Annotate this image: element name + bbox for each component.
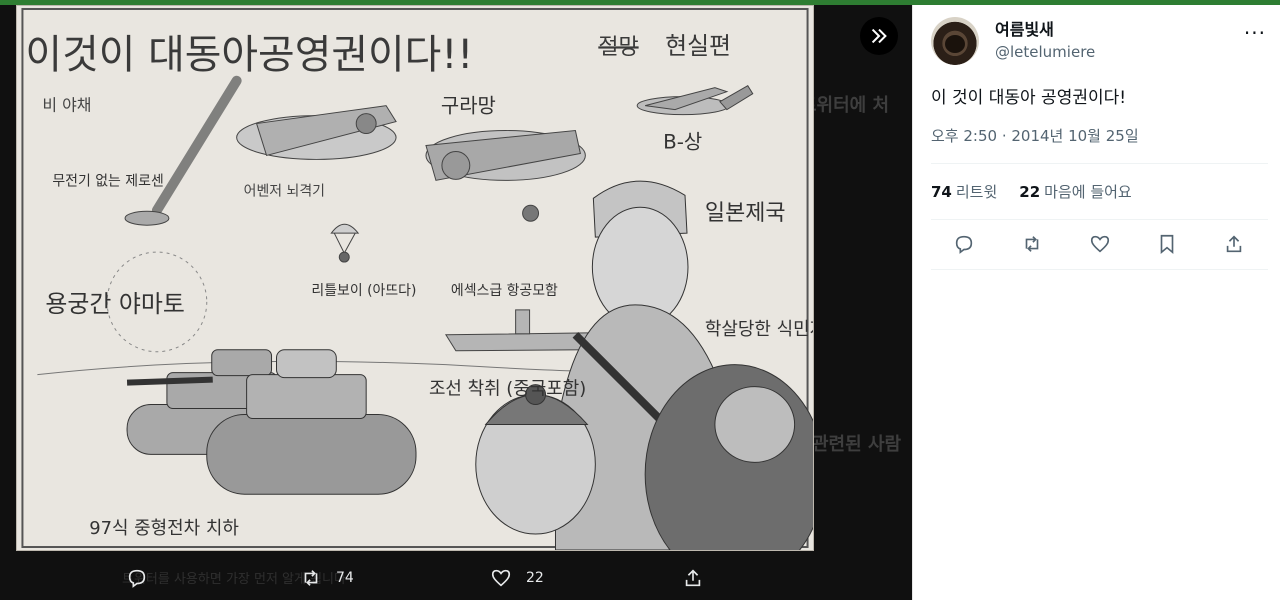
tweet-panel: 여름빛새 @letelumiere ··· 이 것이 대동아 공영권이다! 오후… <box>912 5 1280 600</box>
divider <box>931 219 1268 220</box>
drawing-label-parachute: 리틀보이 (아뜨다) <box>311 283 416 299</box>
drawing-label-empire: 일본제국 <box>705 201 786 226</box>
display-name[interactable]: 여름빛새 <box>995 19 1095 41</box>
tweet-timestamp[interactable]: 오후 2:50 · 2014년 10월 25일 <box>931 125 1139 146</box>
drawing-label-colony: 학살당한 식민지인 <box>705 319 813 340</box>
media-retweet-button[interactable]: 74 <box>300 567 354 589</box>
retweets-label: 리트윗 <box>955 183 998 201</box>
media-action-bar: 74 22 <box>120 563 720 593</box>
double-chevron-right-icon <box>871 28 887 44</box>
like-button[interactable] <box>1089 233 1115 259</box>
drawing-label-tank: 97식 중형전차 치하 <box>89 518 239 539</box>
drawing-label-gurumang: 구라망 <box>441 95 496 118</box>
drawing-label-b29: B-상 <box>663 130 702 153</box>
likes-count: 22 <box>1019 183 1041 201</box>
drawing-label-carrier: 에섹스급 항공모함 <box>451 283 558 299</box>
drawing-label-avenger: 어벤저 뇌격기 <box>244 183 325 199</box>
more-options-button[interactable]: ··· <box>1244 21 1266 45</box>
reply-icon <box>128 569 146 588</box>
tweet-stats: 74 리트윗 22 마음에 들어요 <box>931 181 1132 202</box>
bookmark-button[interactable] <box>1156 233 1182 259</box>
drawing-label-byacha: 비 야채 <box>42 96 91 115</box>
share-button[interactable] <box>1223 233 1249 259</box>
media-viewer: 트위터에 처 관련된 사람 트위터를 사용하면 가장 먼저 알게 됩니다 이것이… <box>0 5 912 600</box>
share-icon <box>685 569 701 587</box>
drawing-label-yamato: 용궁간 야마토 <box>45 290 185 318</box>
backdrop-heading-2: 관련된 사람 <box>812 434 902 455</box>
drawing-subtitle-struck: 절망 <box>598 35 638 60</box>
media-next-button[interactable] <box>860 17 898 55</box>
retweet-icon <box>304 570 318 586</box>
user-handle[interactable]: @letelumiere <box>995 41 1095 63</box>
likes-stat[interactable]: 22 마음에 들어요 <box>1019 181 1131 202</box>
drawing-label-zero: 무전기 없는 제로센 <box>52 173 163 189</box>
reply-button[interactable] <box>953 233 979 259</box>
avatar[interactable] <box>931 17 979 65</box>
tweet-author[interactable]: 여름빛새 @letelumiere <box>931 17 1095 65</box>
retweet-button[interactable] <box>1021 233 1047 259</box>
media-like-count: 22 <box>526 570 544 586</box>
drawing-title: 이것이 대동아공영권이다!! <box>25 32 473 78</box>
retweets-count: 74 <box>931 183 952 201</box>
tweet-text: 이 것이 대동아 공영권이다! <box>931 88 1127 108</box>
heart-icon <box>491 569 511 587</box>
media-reply-button[interactable] <box>126 567 148 589</box>
divider <box>931 269 1268 270</box>
divider <box>931 163 1268 164</box>
bookmark-icon <box>1160 234 1174 255</box>
tweet-actions <box>931 229 1268 265</box>
share-icon <box>1226 235 1242 253</box>
drawing-image[interactable]: 이것이 대동아공영권이다!! 절망 현실편 B-상 어벤저 뇌격기 구라망 무전… <box>16 5 814 551</box>
heart-icon <box>1090 235 1110 253</box>
media-like-button[interactable]: 22 <box>490 567 544 589</box>
retweet-icon <box>1025 236 1039 252</box>
reply-icon <box>955 235 973 254</box>
drawing-label-korea: 조선 착취 (중국포함) <box>429 379 586 400</box>
drawing-subtitle: 현실편 <box>665 32 731 60</box>
likes-label: 마음에 들어요 <box>1044 183 1132 201</box>
media-share-button[interactable] <box>682 567 704 589</box>
retweets-stat[interactable]: 74 리트윗 <box>931 181 997 202</box>
media-retweet-count: 74 <box>336 570 354 586</box>
